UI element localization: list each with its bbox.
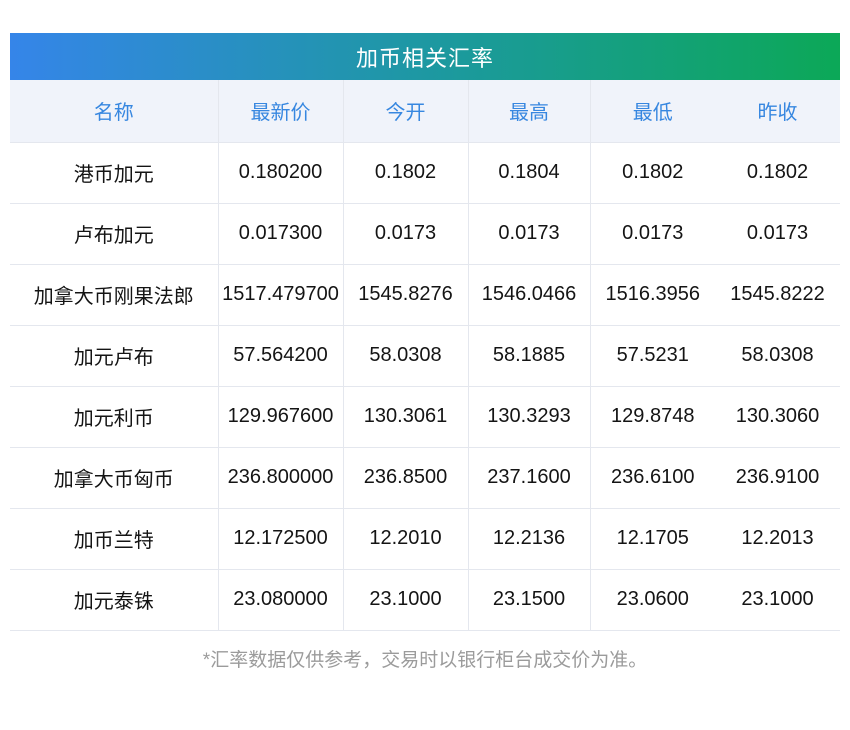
pair-name: 加币兰特: [10, 508, 219, 569]
table-header-row: 名称 最新价 今开 最高 最低 昨收: [10, 80, 840, 142]
table-row: 加元利币 129.967600 130.3061 130.3293 129.87…: [10, 386, 840, 447]
pair-name: 港币加元: [10, 142, 219, 203]
prev-close-price: 130.3060: [735, 405, 820, 427]
pair-name: 加拿大币匈币: [10, 447, 219, 508]
exchange-rate-table: 名称 最新价 今开 最高 最低 昨收 港币加元 0.180200 0.1802 …: [10, 80, 840, 631]
prev-close-price: 58.0308: [741, 344, 814, 366]
latest-price: 1517.479700: [218, 264, 344, 325]
open-price: 1545.8276: [343, 264, 469, 325]
high-price: 0.1804: [468, 142, 591, 203]
prev-close-price: 1545.8222: [730, 283, 825, 305]
high-price: 237.1600: [468, 447, 591, 508]
pair-name: 加元泰铢: [10, 569, 219, 630]
pair-name: 加拿大币刚果法郎: [10, 264, 219, 325]
latest-price: 12.172500: [218, 508, 344, 569]
table-row: 加币兰特 12.172500 12.2010 12.2136 12.1705 1…: [10, 508, 840, 569]
column-header-high: 最高: [468, 80, 591, 142]
latest-price: 57.564200: [218, 325, 344, 386]
disclaimer-text: *汇率数据仅供参考，交易时以银行柜台成交价为准。: [202, 649, 648, 671]
table-row: 加拿大币匈币 236.800000 236.8500 237.1600 236.…: [10, 447, 840, 508]
pair-name: 加元卢布: [10, 325, 219, 386]
high-price: 12.2136: [468, 508, 591, 569]
low-price: 12.1705: [616, 527, 689, 549]
table-row: 港币加元 0.180200 0.1802 0.1804 0.1802 0.180…: [10, 142, 840, 203]
open-price: 236.8500: [343, 447, 469, 508]
low-price: 0.0173: [622, 222, 684, 244]
latest-price: 0.180200: [218, 142, 344, 203]
open-price: 58.0308: [343, 325, 469, 386]
table-row: 卢布加元 0.017300 0.0173 0.0173 0.0173 0.017…: [10, 203, 840, 264]
high-price: 130.3293: [468, 386, 591, 447]
low-price: 129.8748: [611, 405, 695, 427]
high-price: 23.1500: [468, 569, 591, 630]
column-header-low: 最低: [590, 80, 715, 142]
latest-price: 236.800000: [218, 447, 344, 508]
high-price: 58.1885: [468, 325, 591, 386]
low-price: 0.1802: [622, 161, 684, 183]
prev-close-price: 23.1000: [741, 588, 814, 610]
table-row: 加元卢布 57.564200 58.0308 58.1885 57.5231 5…: [10, 325, 840, 386]
column-header-name: 名称: [10, 80, 219, 142]
open-price: 0.1802: [343, 142, 469, 203]
prev-close-price: 0.0173: [746, 222, 809, 244]
prev-close-price: 236.9100: [735, 466, 820, 488]
open-price: 12.2010: [343, 508, 469, 569]
high-price: 0.0173: [468, 203, 591, 264]
panel-title: 加币相关汇率: [10, 33, 840, 80]
open-price: 23.1000: [343, 569, 469, 630]
column-header-open: 今开: [343, 80, 469, 142]
latest-price: 23.080000: [218, 569, 344, 630]
low-price: 1516.3956: [605, 283, 701, 305]
table-row: 加元泰铢 23.080000 23.1000 23.1500 23.0600 2…: [10, 569, 840, 630]
column-header-latest: 最新价: [218, 80, 344, 142]
high-price: 1546.0466: [468, 264, 591, 325]
low-price: 57.5231: [616, 344, 689, 366]
latest-price: 0.017300: [218, 203, 344, 264]
table-row: 加拿大币刚果法郎 1517.479700 1545.8276 1546.0466…: [10, 264, 840, 325]
open-price: 130.3061: [343, 386, 469, 447]
low-price: 23.0600: [616, 588, 689, 610]
prev-close-price: 0.1802: [746, 161, 809, 183]
open-price: 0.0173: [343, 203, 469, 264]
column-header-prev-close: 昨收: [715, 80, 840, 142]
prev-close-price: 12.2013: [741, 527, 814, 549]
exchange-rate-panel: S 南方财富网 outhmoney.com 加币相关汇率 名称 最新价 今开 最…: [10, 33, 840, 672]
pair-name: 卢布加元: [10, 203, 219, 264]
low-price: 236.6100: [611, 466, 695, 488]
latest-price: 129.967600: [218, 386, 344, 447]
pair-name: 加元利币: [10, 386, 219, 447]
